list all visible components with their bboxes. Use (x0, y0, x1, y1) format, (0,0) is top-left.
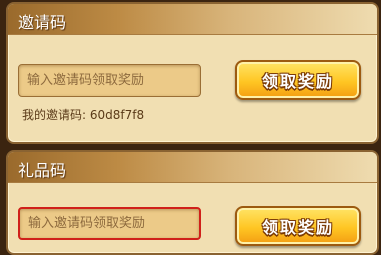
my-invite-code-text: 我的邀请码: 60d8f7f8 (22, 108, 145, 122)
invite-claim-reward-button[interactable]: 领取奖励 (235, 60, 361, 100)
invite-panel-header: 邀请码 (8, 4, 377, 35)
invite-code-panel: 邀请码 领取奖励 我的邀请码: 60d8f7f8 (6, 2, 379, 144)
gift-code-input[interactable] (18, 207, 201, 240)
invite-claim-reward-label: 领取奖励 (261, 72, 334, 91)
gift-code-panel: 礼品码 领取奖励 (6, 150, 379, 255)
invite-panel-title: 邀请码 (18, 13, 67, 32)
gift-panel-title: 礼品码 (18, 161, 67, 180)
invite-code-input[interactable] (18, 64, 201, 97)
gift-claim-reward-label: 领取奖励 (261, 218, 334, 237)
gift-claim-reward-button[interactable]: 领取奖励 (235, 206, 361, 246)
gift-panel-header: 礼品码 (8, 152, 377, 183)
